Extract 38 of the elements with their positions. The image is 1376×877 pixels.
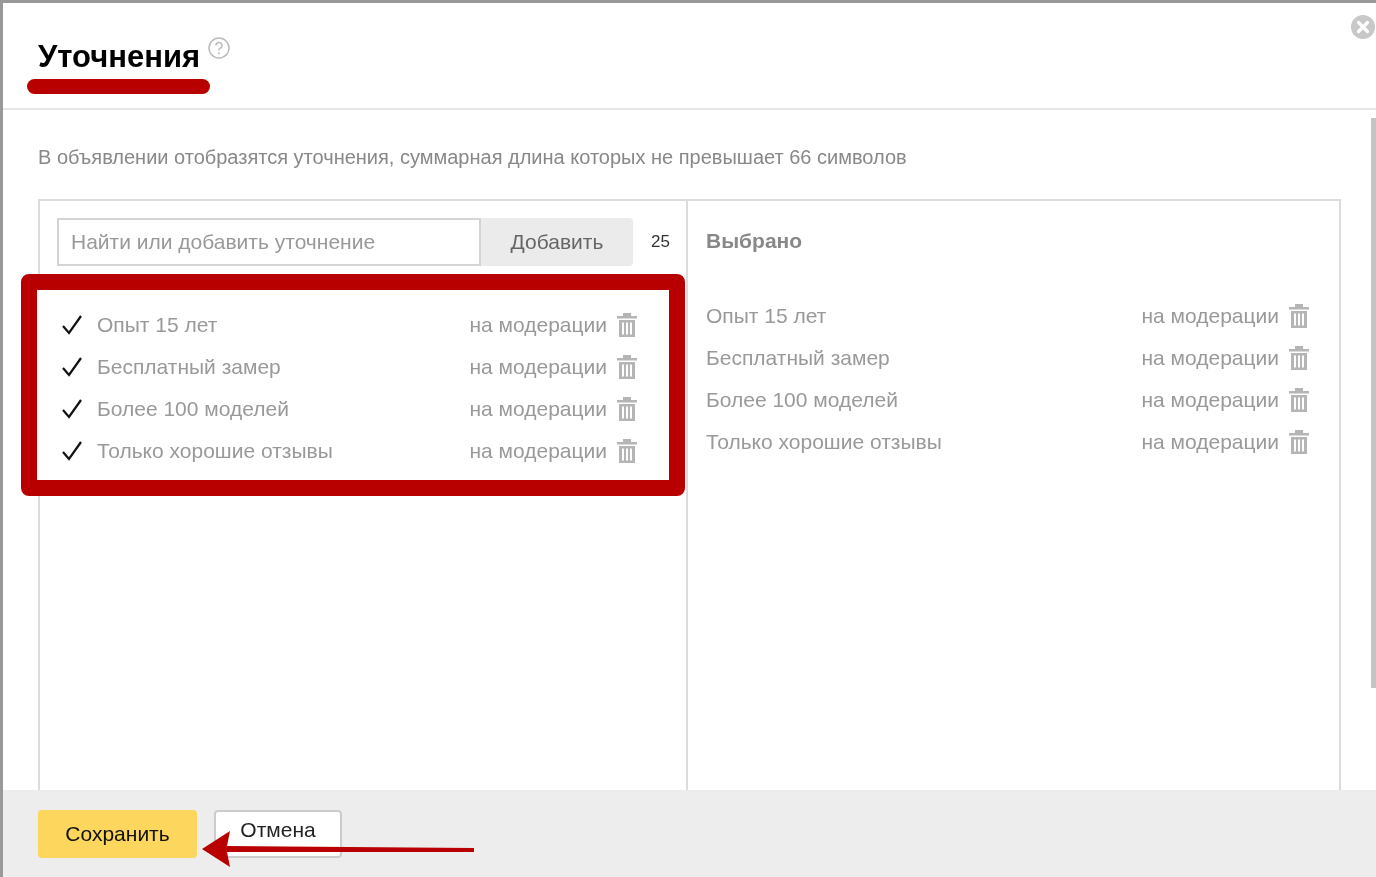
checkmark-icon[interactable] [61, 398, 83, 420]
trash-icon[interactable] [1289, 430, 1309, 454]
description-text: В объявлении отобразятся уточнения, суммарная длина которых не превышает 66 символов [38, 146, 908, 169]
selected-text: Опыт 15 лет [706, 304, 828, 328]
status-text: на модерации [1141, 346, 1279, 370]
trash-icon[interactable] [617, 439, 637, 463]
checkmark-icon[interactable] [61, 314, 83, 336]
selected-text: Только хорошие отзывы [706, 430, 943, 454]
selected-heading: Выбрано [706, 229, 804, 253]
add-button[interactable]: Добавить [481, 218, 633, 266]
help-icon[interactable] [208, 37, 231, 59]
status-text: на модерации [469, 397, 607, 421]
checkmark-icon[interactable] [61, 356, 83, 378]
status-text: на модерации [1141, 388, 1279, 412]
status-text: на модерации [1141, 304, 1279, 328]
status-text: на модерации [469, 313, 607, 337]
trash-icon[interactable] [617, 313, 637, 337]
suggestion-text[interactable]: Только хорошие отзывы [97, 439, 470, 463]
suggestion-text[interactable]: Более 100 моделей [97, 397, 470, 421]
dialog-title: Уточнения [38, 39, 201, 75]
status-text: на модерации [469, 439, 607, 463]
search-field[interactable]: Найти или добавить уточнение [57, 218, 481, 266]
character-counter: 25 [651, 232, 670, 252]
trash-icon[interactable] [1289, 346, 1309, 370]
selected-text: Более 100 моделей [706, 388, 899, 412]
suggestion-text[interactable]: Опыт 15 лет [97, 313, 470, 337]
trash-icon[interactable] [617, 355, 637, 379]
status-text: на модерации [469, 355, 607, 379]
save-button[interactable]: Сохранить [38, 809, 197, 858]
trash-icon[interactable] [617, 397, 637, 421]
close-icon[interactable] [1351, 15, 1375, 39]
trash-icon[interactable] [1289, 304, 1309, 328]
selected-text: Бесплатный замер [706, 346, 891, 370]
status-text: на модерации [1141, 430, 1279, 454]
trash-icon[interactable] [1289, 388, 1309, 412]
checkmark-icon[interactable] [61, 440, 83, 462]
scrollbar[interactable] [1371, 118, 1376, 688]
suggestion-text[interactable]: Бесплатный замер [97, 355, 470, 379]
